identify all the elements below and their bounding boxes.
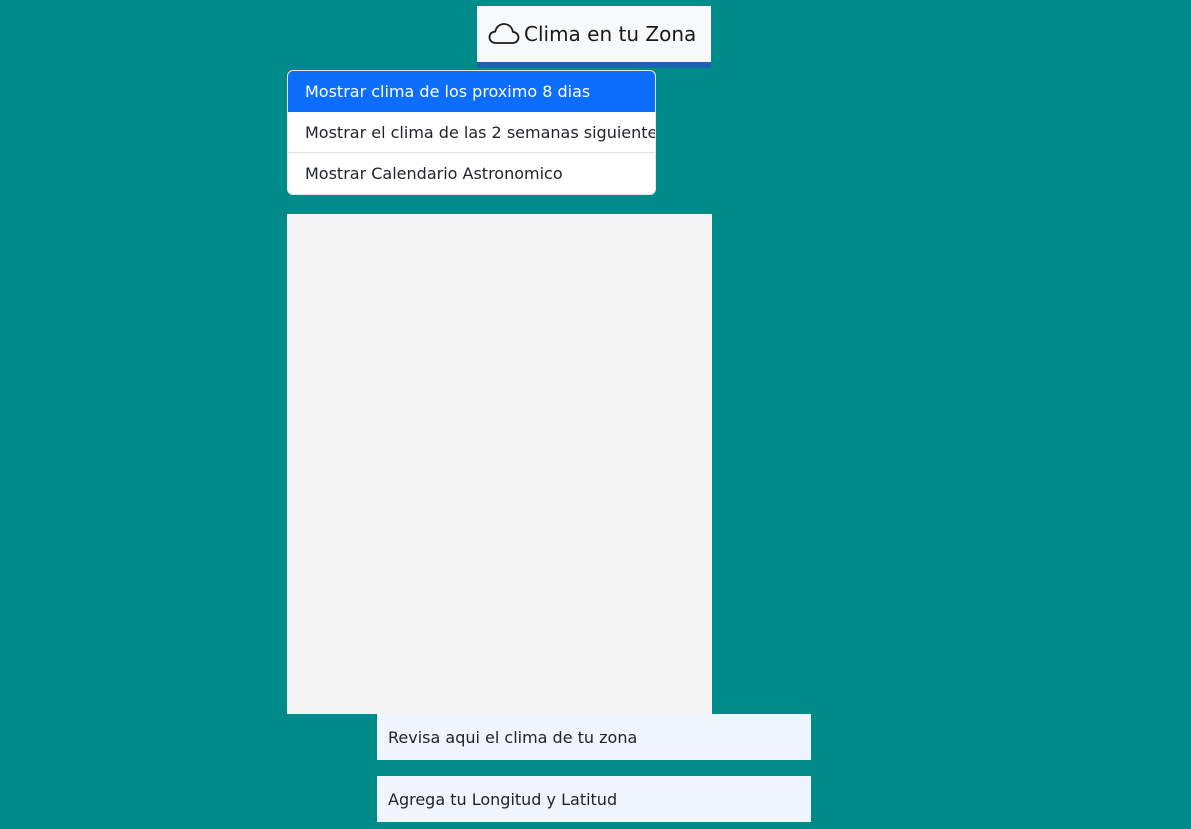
options-list: Mostrar clima de los proximo 8 dias Most… bbox=[287, 70, 656, 195]
menu-item-label: Mostrar el clima de las 2 semanas siguie… bbox=[305, 122, 656, 142]
content-panel bbox=[287, 214, 712, 714]
brand-accent-bar bbox=[477, 62, 711, 68]
menu-item-2-weeks[interactable]: Mostrar el clima de las 2 semanas siguie… bbox=[288, 112, 655, 153]
check-weather-label: Revisa aqui el clima de tu zona bbox=[388, 727, 638, 747]
page: Clima en tu Zona Mostrar clima de los pr… bbox=[0, 0, 1191, 829]
menu-item-8-days[interactable]: Mostrar clima de los proximo 8 dias bbox=[288, 71, 655, 112]
coordinates-bar[interactable]: Agrega tu Longitud y Latitud bbox=[377, 776, 811, 822]
app-brand[interactable]: Clima en tu Zona bbox=[477, 6, 711, 62]
cloud-icon bbox=[488, 21, 520, 47]
coordinates-label: Agrega tu Longitud y Latitud bbox=[388, 789, 618, 809]
check-weather-bar[interactable]: Revisa aqui el clima de tu zona bbox=[377, 714, 811, 760]
menu-item-label: Mostrar clima de los proximo 8 dias bbox=[305, 81, 591, 101]
app-title: Clima en tu Zona bbox=[524, 22, 697, 46]
menu-item-astronomic-calendar[interactable]: Mostrar Calendario Astronomico bbox=[288, 153, 655, 194]
menu-item-label: Mostrar Calendario Astronomico bbox=[305, 164, 563, 183]
